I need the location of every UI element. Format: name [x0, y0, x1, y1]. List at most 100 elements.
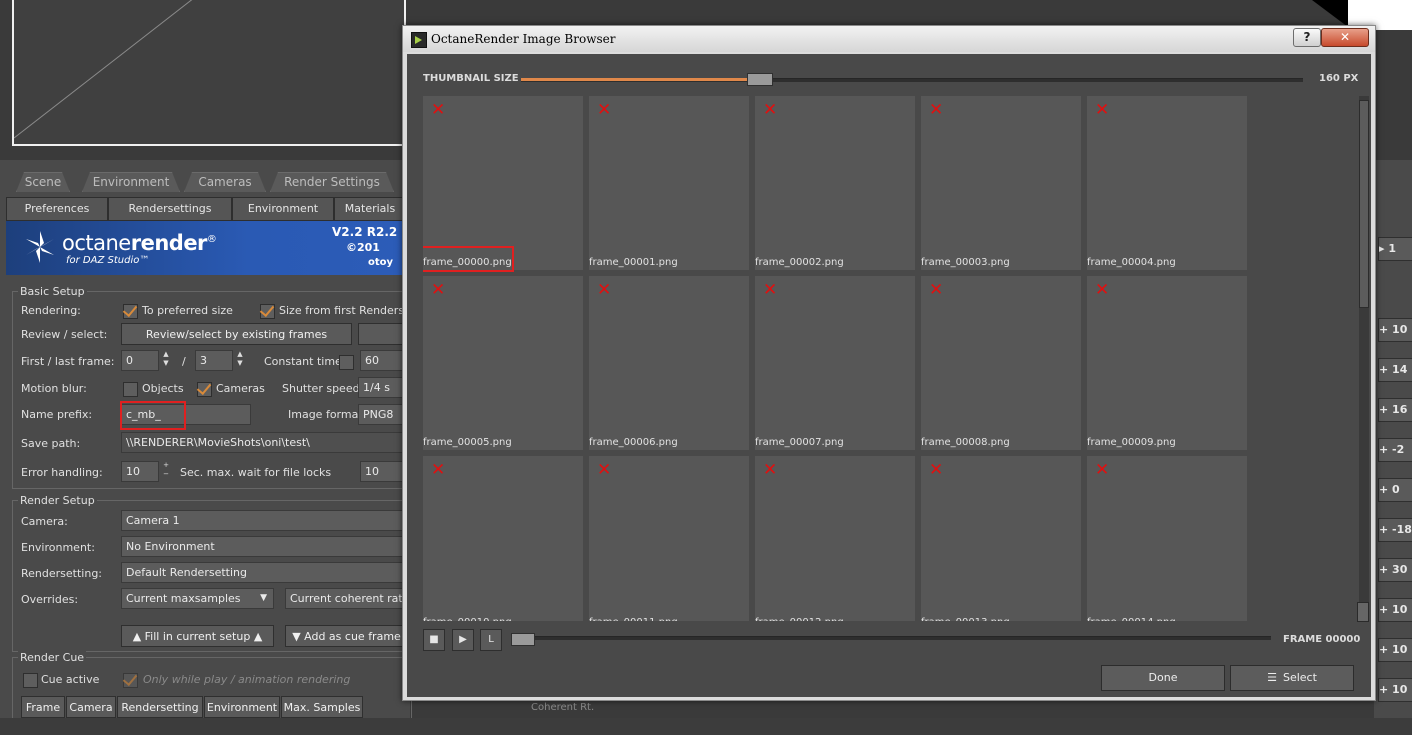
override-maxsamples-select[interactable]: Current maxsamples ▼: [121, 588, 274, 609]
grid-scrollbar-down[interactable]: [1357, 602, 1369, 622]
environment-select[interactable]: No Environment: [121, 536, 408, 557]
right-param-7-value: 30: [1392, 563, 1408, 576]
thumbnail-filename: frame_00007.png: [755, 437, 844, 448]
fill-in-setup-button[interactable]: ▲ Fill in current setup ▲: [121, 625, 274, 647]
frame-slider-track[interactable]: [511, 636, 1271, 640]
thumbnail-item[interactable]: ✕ frame_00008.png: [921, 276, 1081, 450]
objects-checkbox[interactable]: [123, 382, 138, 397]
right-param-5[interactable]: + 0: [1378, 478, 1412, 502]
only-while-play-checkbox[interactable]: [123, 673, 138, 688]
right-param-3[interactable]: + 16: [1378, 398, 1412, 422]
help-button[interactable]: ?: [1293, 28, 1321, 47]
review-select-button[interactable]: Review/select by existing frames: [121, 323, 352, 345]
thumbnail-size-handle[interactable]: [747, 73, 773, 86]
cue-col-camera[interactable]: Camera: [66, 696, 116, 718]
right-param-6[interactable]: + -18: [1378, 518, 1412, 542]
thumbnail-item[interactable]: ✕ frame_00001.png: [589, 96, 749, 270]
thumbnail-item[interactable]: ✕ frame_00000.png: [423, 96, 583, 270]
override-coherent-select[interactable]: Current coherent ratio: [285, 588, 408, 609]
close-button[interactable]: ✕: [1321, 28, 1369, 47]
size-from-first-checkbox[interactable]: [260, 304, 275, 319]
subtab-materials[interactable]: Materials: [334, 197, 406, 221]
error-handling-stepper[interactable]: + −: [160, 461, 172, 482]
thumbnail-item[interactable]: ✕ frame_00004.png: [1087, 96, 1247, 270]
first-frame-stepper[interactable]: ▲ ▼: [160, 350, 172, 371]
first-frame-input[interactable]: 0: [121, 350, 159, 371]
camera-select[interactable]: Camera 1: [121, 510, 408, 531]
right-param-1[interactable]: + 10: [1378, 318, 1412, 342]
thumbnail-item[interactable]: ✕ frame_00003.png: [921, 96, 1081, 270]
right-param-8[interactable]: + 10: [1378, 598, 1412, 622]
shutter-speed-input[interactable]: 1/4 s: [358, 377, 408, 398]
tab-render-settings[interactable]: Render Settings: [270, 172, 394, 192]
cameras-checkbox[interactable]: [197, 382, 212, 397]
viewport-frame: [12, 0, 406, 146]
tab-cameras[interactable]: Cameras: [184, 172, 266, 192]
cue-active-checkbox[interactable]: [23, 673, 38, 688]
right-param-0[interactable]: ▸ 1: [1378, 237, 1412, 261]
error-handling-input[interactable]: 10: [121, 461, 159, 482]
right-param-5-value: 0: [1392, 483, 1400, 496]
loop-button[interactable]: L: [480, 629, 502, 651]
to-preferred-size-checkbox[interactable]: [123, 304, 138, 319]
to-preferred-size-label: To preferred size: [142, 304, 233, 317]
thumbnail-item[interactable]: ✕ frame_00006.png: [589, 276, 749, 450]
cue-col-rendersetting[interactable]: Rendersetting: [117, 696, 203, 718]
missing-image-icon: ✕: [763, 100, 778, 120]
missing-image-icon: ✕: [929, 100, 944, 120]
frame-slider-handle[interactable]: [511, 633, 535, 646]
registered-mark: ®: [206, 234, 217, 245]
thumbnail-filename: frame_00001.png: [589, 257, 678, 268]
thumbnail-item[interactable]: ✕ frame_00009.png: [1087, 276, 1247, 450]
right-param-8-value: 10: [1392, 603, 1408, 616]
extra-button[interactable]: [358, 323, 408, 345]
image-format-select[interactable]: PNG8: [358, 404, 408, 425]
thumbnail-item[interactable]: ✕ frame_00002.png: [755, 96, 915, 270]
thumbnail-item[interactable]: ✕ frame_00005.png: [423, 276, 583, 450]
thumbnail-filename: frame_00011.png: [589, 617, 678, 621]
cameras-label: Cameras: [216, 382, 265, 395]
right-param-2-value: 14: [1392, 363, 1408, 376]
thumbnail-item[interactable]: ✕ frame_00012.png: [755, 456, 915, 621]
octane-app-icon: [411, 32, 427, 48]
stop-button[interactable]: ■: [423, 629, 445, 651]
subtab-environment[interactable]: Environment: [232, 197, 334, 221]
done-button[interactable]: Done: [1101, 665, 1225, 691]
constant-time-input[interactable]: 60: [360, 350, 408, 371]
image-format-label: Image format:: [288, 408, 367, 421]
thumbnail-item[interactable]: ✕ frame_00014.png: [1087, 456, 1247, 621]
right-param-2[interactable]: + 14: [1378, 358, 1412, 382]
cue-col-max-samples[interactable]: Max. Samples: [281, 696, 363, 718]
dialog-titlebar[interactable]: OctaneRender Image Browser ? ✕: [403, 26, 1375, 52]
right-param-10[interactable]: + 10: [1378, 678, 1412, 702]
thumbnail-item[interactable]: ✕ frame_00007.png: [755, 276, 915, 450]
subtab-preferences[interactable]: Preferences: [6, 197, 108, 221]
right-param-4[interactable]: + -2: [1378, 438, 1412, 462]
tab-environment[interactable]: Environment: [82, 172, 180, 192]
tab-scene[interactable]: Scene: [16, 172, 70, 192]
name-prefix-highlight: [120, 401, 186, 430]
right-param-7[interactable]: + 30: [1378, 558, 1412, 582]
thumbnail-item[interactable]: ✕ frame_00011.png: [589, 456, 749, 621]
cue-col-environment[interactable]: Environment: [204, 696, 280, 718]
thumbnail-item[interactable]: ✕ frame_00013.png: [921, 456, 1081, 621]
grid-scrollbar-handle[interactable]: [1359, 100, 1369, 308]
right-param-9[interactable]: + 10: [1378, 638, 1412, 662]
last-frame-input[interactable]: 3: [195, 350, 233, 371]
cue-col-frame[interactable]: Frame: [21, 696, 65, 718]
thumbnail-item[interactable]: ✕ frame_00010.png: [423, 456, 583, 621]
select-button[interactable]: ☰ Select: [1230, 665, 1354, 691]
subtab-rendersettings[interactable]: Rendersettings: [108, 197, 232, 221]
right-param-9-value: 10: [1392, 643, 1408, 656]
rendersetting-select[interactable]: Default Rendersetting: [121, 562, 408, 583]
missing-image-icon: ✕: [431, 280, 446, 300]
play-button[interactable]: ▶: [452, 629, 474, 651]
right-param-4-value: -2: [1392, 443, 1405, 456]
add-cue-frame-button[interactable]: ▼ Add as cue frame: [285, 625, 408, 647]
error-extra-input[interactable]: 10: [360, 461, 408, 482]
constant-time-checkbox[interactable]: [339, 355, 354, 370]
save-path-input[interactable]: \\RENDERER\MovieShots\oni\test\: [121, 432, 408, 453]
wireframe-lines: [14, 0, 193, 139]
error-handling-label: Error handling:: [21, 466, 103, 479]
last-frame-stepper[interactable]: ▲ ▼: [234, 350, 246, 371]
